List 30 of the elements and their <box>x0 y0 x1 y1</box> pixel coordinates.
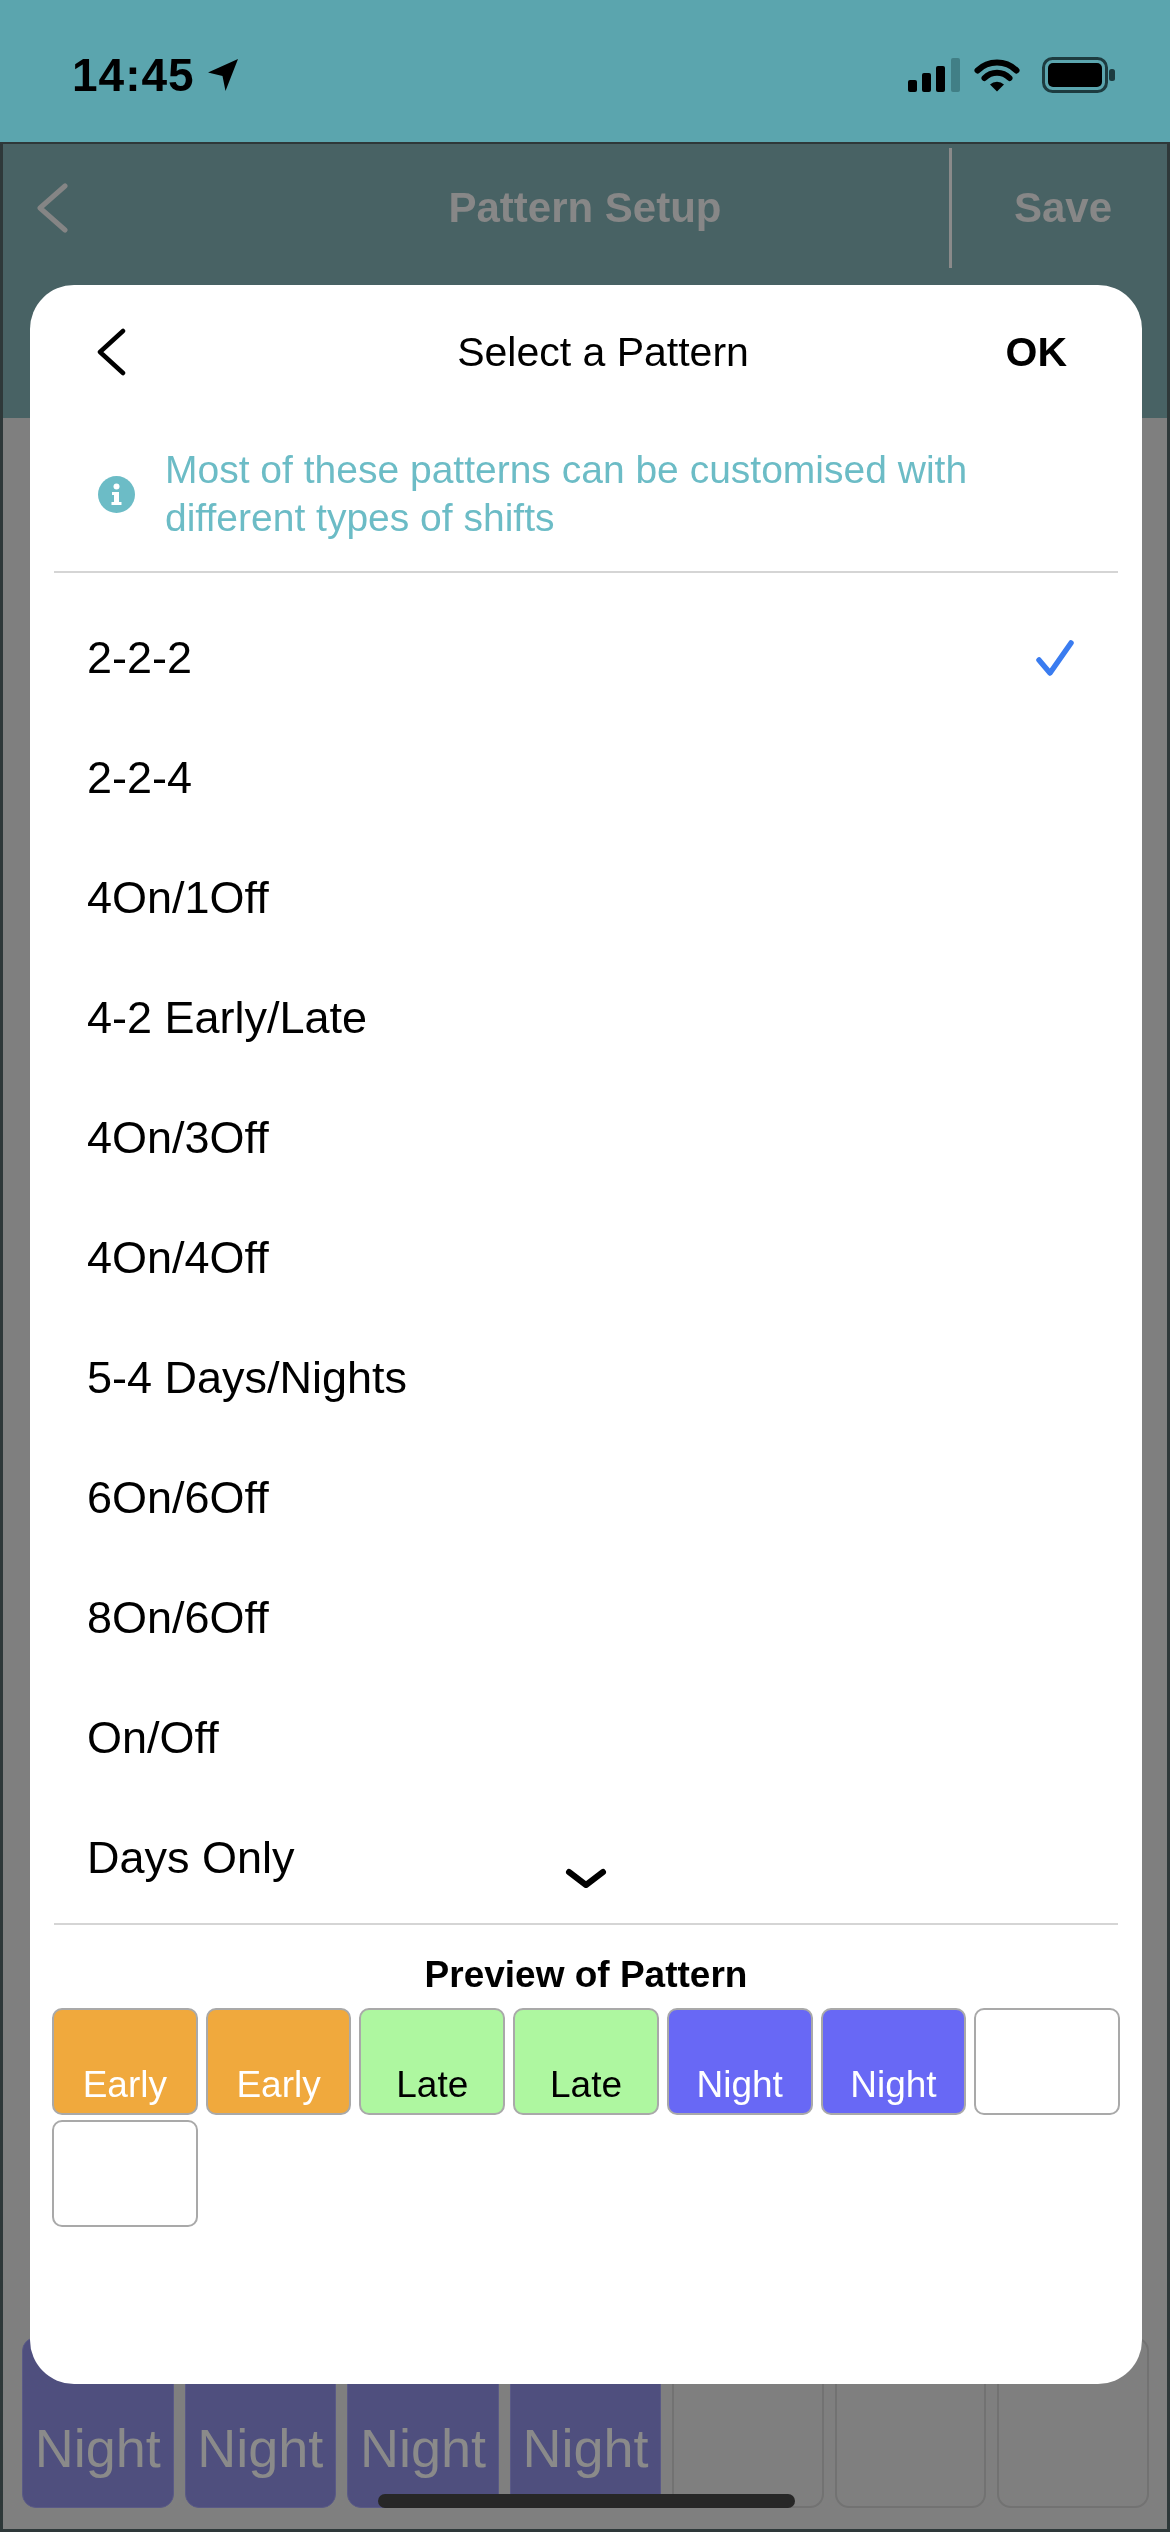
battery-icon <box>1042 57 1116 93</box>
dialog-title: Select a Pattern <box>457 328 749 377</box>
pattern-option[interactable]: 6On/6Off <box>30 1438 1142 1558</box>
pattern-option[interactable]: Days Only <box>30 1798 1142 1918</box>
shift-tile: Night <box>820 2008 967 2115</box>
pattern-option[interactable]: 8On/6Off <box>30 1558 1142 1678</box>
pattern-option[interactable]: 4On/4Off <box>30 1198 1142 1318</box>
pattern-option[interactable]: 4On/3Off <box>30 1078 1142 1198</box>
chevron-left-icon[interactable] <box>95 328 127 376</box>
status-time: 14:45 <box>72 50 195 100</box>
wifi-icon <box>974 58 1020 92</box>
shift-tile: Late <box>359 2008 506 2115</box>
pattern-option[interactable]: On/Off <box>30 1678 1142 1798</box>
info-icon <box>98 475 135 513</box>
shift-tile: Early <box>205 2008 352 2115</box>
preview-title: Preview of Pattern <box>423 1953 749 1997</box>
pattern-option[interactable]: 4On/1Off <box>30 838 1142 958</box>
shift-tile: Early <box>52 2008 198 2115</box>
info-text: Most of these patterns can be customised with different types of shifts <box>165 447 969 541</box>
location-arrow-icon <box>206 58 239 92</box>
shift-tile: Late <box>513 2008 659 2115</box>
shift-tile: Night <box>666 2008 813 2115</box>
screen-title: Pattern Setup <box>448 184 722 232</box>
pattern-option[interactable]: 2-2-2 <box>30 598 1142 718</box>
chevron-down-icon <box>565 1868 607 1890</box>
ok-button[interactable]: OK <box>1005 327 1067 377</box>
pattern-option[interactable]: 2-2-4 <box>30 718 1142 838</box>
signal-icon <box>908 58 960 92</box>
pattern-option[interactable]: 5-4 Days/Nights <box>30 1318 1142 1438</box>
pattern-option[interactable]: 4-2 Early/Late <box>30 958 1142 1078</box>
